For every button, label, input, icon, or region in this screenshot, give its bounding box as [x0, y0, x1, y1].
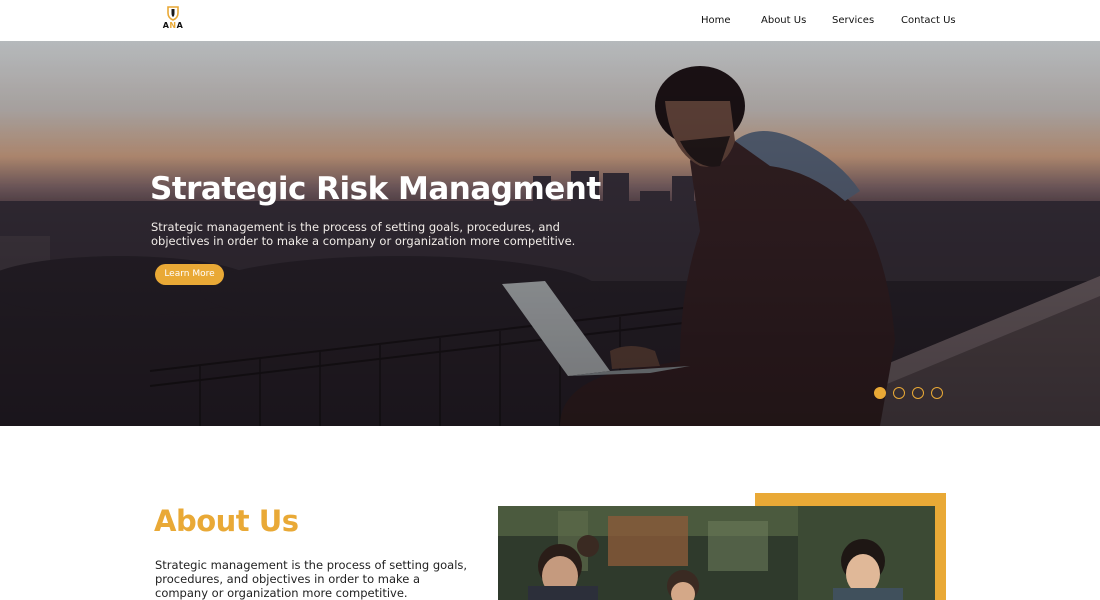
learn-more-button[interactable]: Learn More	[155, 264, 224, 285]
hero-description: Strategic management is the process of s…	[151, 220, 576, 248]
nav-about-us[interactable]: About Us	[761, 15, 806, 26]
slider-dot-1[interactable]	[874, 387, 886, 399]
shield-icon	[167, 6, 179, 21]
slider-dot-2[interactable]	[893, 387, 905, 399]
hero-title: Strategic Risk Managment	[150, 171, 601, 207]
nav-services[interactable]: Services	[832, 15, 874, 26]
ana-logo[interactable]: ANA	[158, 6, 188, 34]
slider-dot-4[interactable]	[931, 387, 943, 399]
nav-contact-us[interactable]: Contact Us	[901, 15, 956, 26]
logo-wordmark: ANA	[162, 21, 184, 30]
slider-dot-3[interactable]	[912, 387, 924, 399]
hero-slider: Strategic Risk Managment Strategic manag…	[0, 41, 1100, 426]
slider-pagination	[874, 387, 943, 399]
nav-home[interactable]: Home	[701, 15, 731, 26]
about-team-photo	[498, 506, 935, 600]
about-text: Strategic management is the process of s…	[155, 558, 468, 600]
about-title: About Us	[154, 504, 299, 538]
site-header: ANA Home About Us Services Contact Us	[0, 0, 1100, 41]
